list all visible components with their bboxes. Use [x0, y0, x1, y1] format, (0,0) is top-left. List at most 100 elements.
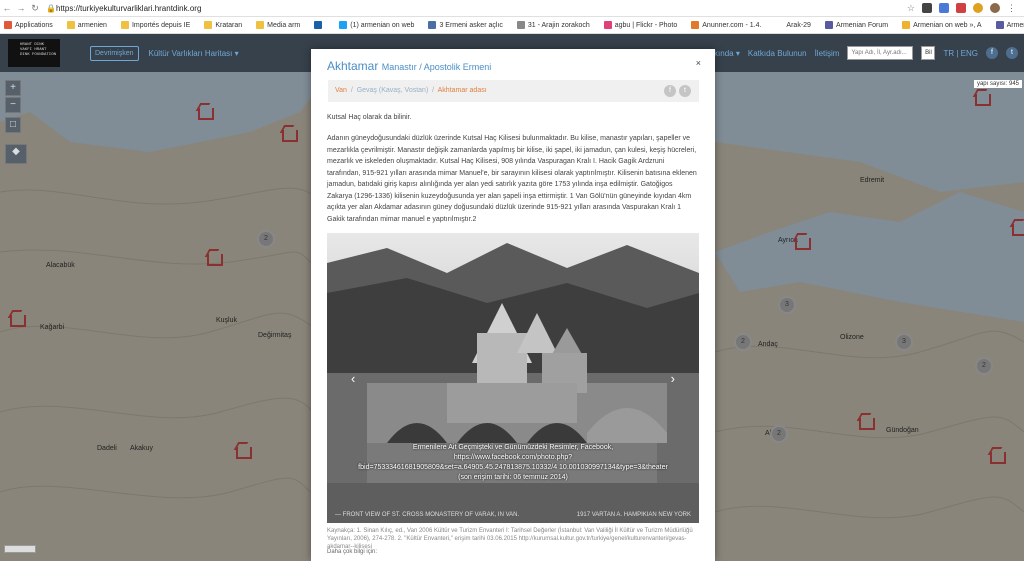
- language-switch[interactable]: TR | ENG: [943, 49, 978, 58]
- church-marker[interactable]: [990, 452, 1006, 464]
- bookmark-item[interactable]: Armenian-French dic: [992, 21, 1024, 29]
- bookmark-label: Armenian on web », A: [913, 21, 982, 29]
- inscription-left: — FRONT VIEW OF ST. CROSS MONASTERY OF V…: [335, 512, 520, 518]
- site-logo[interactable]: HRANT DINK VAKFI HRANT DINK FOUNDATION: [8, 39, 60, 67]
- church-marker[interactable]: [1012, 224, 1024, 236]
- bookmark-icon: [775, 21, 784, 29]
- bookmark-item[interactable]: armenien: [63, 21, 107, 29]
- address-bar[interactable]: 🔒 https://turkiyekulturvarliklari.hrantd…: [46, 2, 907, 15]
- bookmark-icon: [691, 21, 700, 29]
- bookmark-item[interactable]: (1) armenian on web: [335, 21, 414, 29]
- extension-icon-2[interactable]: [956, 3, 966, 13]
- bookmark-label: 3 Ermeni asker açlıc: [439, 21, 503, 29]
- map-cluster[interactable]: 2: [257, 230, 275, 248]
- apps-icon: [4, 21, 12, 29]
- detail-modal: Akhtamar Manastır / Apostolik Ermeni × V…: [311, 49, 715, 561]
- church-marker[interactable]: [236, 447, 252, 459]
- bookmark-item[interactable]: 31 - Arajin zorakoch: [513, 21, 590, 29]
- bookmarks-bar: Applications armenien Importés depuis IE Kr…: [0, 17, 1024, 34]
- star-icon[interactable]: ☆: [907, 3, 915, 14]
- alias-text: Kutsal Haç olarak da bilinir.: [327, 114, 412, 121]
- bookmark-icon: [314, 21, 323, 29]
- contribute-link[interactable]: Katkıda Bulunun: [748, 49, 807, 58]
- modal-title: Akhtamar Manastır / Apostolik Ermeni: [327, 59, 491, 73]
- twitter-share-icon[interactable]: t: [679, 85, 691, 97]
- place-label: Olizone: [840, 334, 864, 341]
- bookmark-item[interactable]: Armenian Forum: [821, 21, 888, 29]
- bookmark-item[interactable]: [310, 21, 325, 29]
- church-marker[interactable]: [795, 238, 811, 250]
- bookmark-item[interactable]: Media arm: [252, 21, 300, 29]
- zoom-in-button[interactable]: +: [5, 80, 21, 96]
- scale-bar: [4, 545, 36, 553]
- crumb-district[interactable]: Gevaş (Kavaş, Vostan): [357, 87, 429, 94]
- map-menu-link[interactable]: Kültür Varlıkları Haritası ▾: [149, 49, 239, 58]
- place-label: Gündoğan: [886, 427, 919, 434]
- place-label: Kuşluk: [216, 317, 238, 324]
- more-info-text: Daha çok bilgi için:: [327, 549, 378, 555]
- photo-caption: Ermenilere Ait Geçmişteki ve Günümüzdeki…: [358, 444, 668, 481]
- bookmark-item[interactable]: 3 Ermeni asker açlıc: [424, 21, 503, 29]
- photo-inscription: — FRONT VIEW OF ST. CROSS MONASTERY OF V…: [327, 509, 699, 523]
- facebook-share-icon[interactable]: f: [664, 85, 676, 97]
- reload-icon[interactable]: ↻: [28, 3, 42, 14]
- bookmark-label: Media arm: [267, 21, 301, 29]
- zoom-out-button[interactable]: −: [5, 97, 21, 113]
- church-marker[interactable]: [10, 315, 26, 327]
- place-label: Andaç: [758, 341, 778, 348]
- prev-arrow-icon[interactable]: ‹: [351, 371, 355, 386]
- bookmark-icon: [603, 21, 612, 29]
- map-cluster[interactable]: 3: [778, 296, 796, 314]
- church-marker[interactable]: [282, 130, 298, 142]
- bookmark-item[interactable]: agbu | Flickr - Photo: [600, 21, 678, 29]
- church-marker[interactable]: [975, 94, 991, 106]
- chrome-icon[interactable]: [973, 3, 983, 13]
- twitter-icon[interactable]: t: [1006, 47, 1018, 59]
- layers-icon[interactable]: ◆: [5, 144, 27, 164]
- place-label: Alacabük: [46, 262, 75, 269]
- close-icon[interactable]: ×: [696, 58, 701, 68]
- church-marker[interactable]: [207, 254, 223, 266]
- bookmark-icon: [66, 21, 75, 29]
- building-count: yapı sayısı: 945: [973, 80, 1022, 88]
- church-marker[interactable]: [198, 108, 214, 120]
- map-cluster[interactable]: 2: [975, 357, 993, 375]
- profile-avatar[interactable]: [990, 3, 1000, 13]
- place-label: Dadeli: [97, 445, 117, 452]
- next-arrow-icon[interactable]: ›: [671, 371, 675, 386]
- translate-icon[interactable]: [939, 3, 949, 13]
- bookmark-icon: [428, 21, 437, 29]
- source-text: Kaynakça: 1. Sinan Kılıç, ed., Van 2006 …: [327, 528, 693, 550]
- church-marker[interactable]: [859, 418, 875, 430]
- map-cluster[interactable]: 2: [734, 333, 752, 351]
- bookmark-label: armenien: [77, 21, 107, 29]
- place-label: Değirmitaş: [258, 332, 292, 339]
- back-icon[interactable]: ←: [0, 3, 14, 13]
- facebook-icon[interactable]: f: [986, 47, 998, 59]
- bookmark-icon: [824, 21, 833, 29]
- bookmark-label: agbu | Flickr - Photo: [614, 21, 678, 29]
- devrim-button[interactable]: Devrimişken: [90, 45, 139, 61]
- forward-icon[interactable]: →: [14, 3, 28, 13]
- crumb-location[interactable]: Akhtamar adası: [438, 87, 487, 94]
- bookmark-item[interactable]: Krataran: [200, 21, 242, 29]
- url-text[interactable]: https://turkiyekulturvarliklari.hrantdin…: [56, 4, 201, 13]
- bookmark-item[interactable]: Armenian on web », A: [898, 21, 982, 29]
- bookmark-item[interactable]: Importés depuis IE: [117, 21, 190, 29]
- search-select[interactable]: Bil: [921, 46, 936, 60]
- contact-link[interactable]: İletişim: [815, 49, 840, 58]
- bookmark-icon: [204, 21, 213, 29]
- map-cluster[interactable]: 2: [770, 425, 788, 443]
- bookmark-icon: [995, 21, 1004, 29]
- bookmark-item[interactable]: Arak-29: [771, 21, 811, 29]
- fullscreen-button[interactable]: □: [5, 117, 21, 133]
- photo-carousel[interactable]: ‹ › Ermenilere Ait Geçmişteki ve Günümüz…: [327, 233, 699, 523]
- bookmark-item[interactable]: Anunner.com - 1.4.: [687, 21, 761, 29]
- search-input[interactable]: Yapı Adı, İl, Ayr.adı...: [847, 46, 914, 60]
- description-text: Adanın güneydoğusundaki düzlük üzerinde …: [327, 135, 697, 223]
- bookmark-item[interactable]: Applications: [0, 21, 53, 29]
- extension-icon[interactable]: [922, 3, 932, 13]
- map-cluster[interactable]: 3: [895, 333, 913, 351]
- menu-icon[interactable]: ⋮: [1007, 3, 1016, 14]
- crumb-province[interactable]: Van: [335, 87, 347, 94]
